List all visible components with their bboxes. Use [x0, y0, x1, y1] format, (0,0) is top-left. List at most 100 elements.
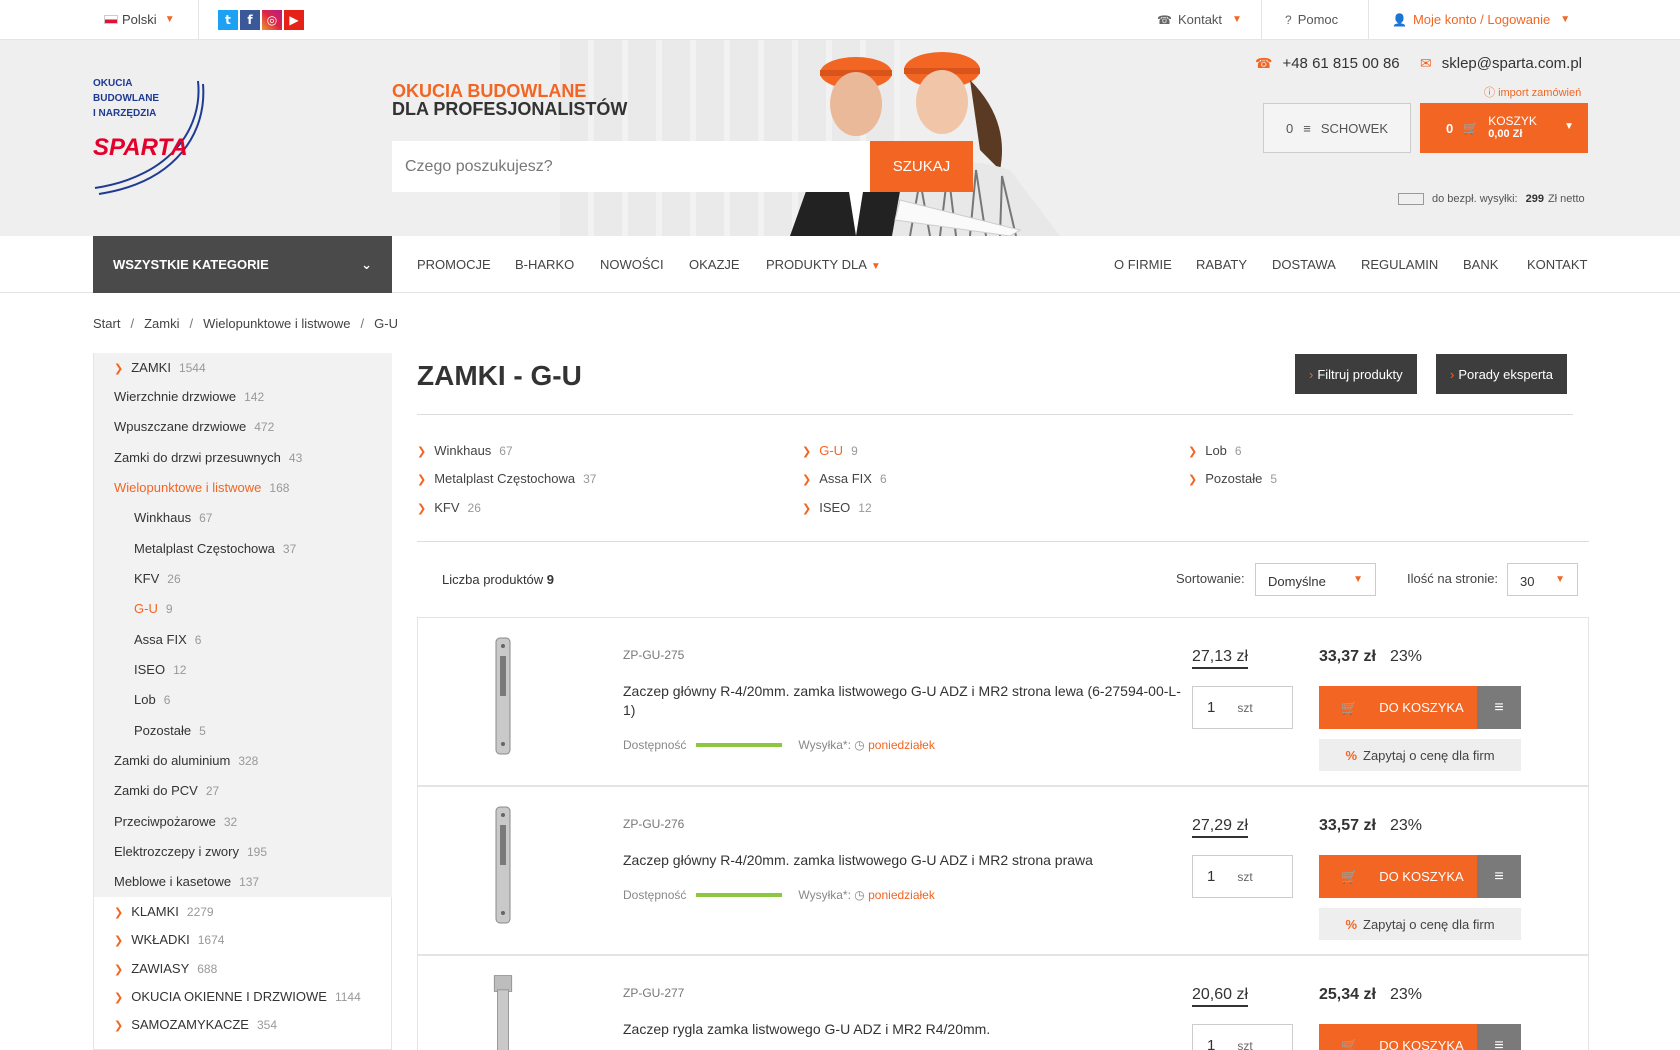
add-to-list-button[interactable]: ≡ [1477, 855, 1521, 898]
divider [198, 0, 199, 40]
subcategory-link[interactable]: ❯ Pozostałe 5 [1188, 471, 1277, 486]
account-menu[interactable]: 👤 Moje konto / Logowanie ▼ [1392, 12, 1570, 27]
quantity-input[interactable]: 1 szt [1192, 686, 1293, 729]
sidebar-item[interactable]: Wpuszczane drzwiowe 472 [114, 419, 274, 434]
wishlist-label: SCHOWEK [1320, 120, 1388, 136]
nav-b-harko[interactable]: B-HARKO [515, 257, 574, 272]
availability-row: Dostępność Wysyłka*: ◷ poniedziałek [623, 738, 935, 752]
sort-select[interactable]: Domyślne ▼ [1255, 563, 1376, 596]
sidebar-subitem[interactable]: Assa FIX 6 [134, 632, 201, 647]
subcategory-link[interactable]: ❯ Winkhaus 67 [417, 443, 513, 458]
facebook-icon[interactable]: f [240, 10, 260, 30]
top-bar: Polski ▼ t f ◎ ▶ ☎ Kontakt ▼ ? Pomoc 👤 M… [0, 0, 1680, 40]
help-label: Pomoc [1297, 12, 1339, 27]
nav-regulamin[interactable]: REGULAMIN [1361, 257, 1438, 272]
sidebar-item-okucia[interactable]: ❯ OKUCIA OKIENNE I DRZWIOWE 1144 [114, 989, 361, 1004]
sidebar-item-zamki[interactable]: ❯ ZAMKI 1544 [114, 360, 206, 375]
sidebar-item-active[interactable]: Wielopunktowe i listwowe 168 [114, 480, 289, 495]
availability-bar [696, 893, 783, 897]
nav-produkty-dla[interactable]: PRODUKTY DLA ▼ [766, 257, 881, 272]
ask-price-button[interactable]: % Zapytaj o cenę dla firm [1319, 739, 1521, 771]
instagram-icon[interactable]: ◎ [262, 10, 282, 30]
wishlist-button[interactable]: 0 ≡ SCHOWEK [1263, 103, 1411, 153]
youtube-icon[interactable]: ▶ [284, 10, 304, 30]
add-to-list-button[interactable]: ≡ [1477, 686, 1521, 729]
sidebar-subitem-active[interactable]: G-U 9 [134, 601, 173, 616]
quantity-input[interactable]: 1 szt [1192, 855, 1293, 898]
sidebar-subitem[interactable]: Metalplast Częstochowa 37 [134, 541, 296, 556]
filter-products-button[interactable]: › Filtruj produkty [1295, 354, 1417, 394]
language-selector[interactable]: Polski ▼ [104, 12, 175, 27]
search-button[interactable]: SZUKAJ [870, 141, 973, 192]
product-name[interactable]: Zaczep rygla zamka listwowego G-U ADZ i … [623, 1020, 1183, 1039]
product-name[interactable]: Zaczep główny R-4/20mm. zamka listwowego… [623, 851, 1183, 870]
clock-icon: ◷ [854, 888, 865, 902]
cart-count: 0 [1446, 120, 1454, 136]
ask-price-button[interactable]: % Zapytaj o cenę dla firm [1319, 908, 1521, 940]
sidebar-subitem[interactable]: Lob 6 [134, 692, 170, 707]
subcategory-link[interactable]: ❯ Lob 6 [1188, 443, 1242, 458]
clock-icon: ◷ [854, 738, 865, 752]
sidebar-item[interactable]: Przeciwpożarowe 32 [114, 814, 237, 829]
nav-dostawa[interactable]: DOSTAWA [1272, 257, 1336, 272]
sidebar-item[interactable]: Wierzchnie drzwiowe 142 [114, 389, 264, 404]
nav-kontakt[interactable]: KONTAKT [1527, 257, 1587, 272]
per-page-select[interactable]: 30 ▼ [1507, 563, 1578, 596]
product-image[interactable] [488, 636, 518, 756]
subcategory-link[interactable]: ❯ KFV 26 [417, 500, 481, 515]
contact-menu[interactable]: ☎ Kontakt ▼ [1157, 12, 1242, 27]
cart-label: KOSZYK [1488, 114, 1537, 128]
nav-nowosci[interactable]: NOWOŚCI [600, 257, 664, 272]
contact-phone[interactable]: ☎ +48 61 815 00 86 [1255, 55, 1400, 72]
nav-bank[interactable]: BANK [1463, 257, 1498, 272]
breadcrumb-item[interactable]: Zamki [144, 316, 179, 331]
nav-o-firmie[interactable]: O FIRMIE [1114, 257, 1172, 272]
sidebar-item[interactable]: Elektrozczepy i zwory 195 [114, 844, 267, 859]
add-to-list-button[interactable]: ≡ [1477, 1024, 1521, 1050]
product-count: Liczba produktów 9 [442, 572, 555, 587]
product-image[interactable] [488, 974, 518, 1050]
sidebar-item[interactable]: Meblowe i kasetowe 137 [114, 874, 259, 889]
help-link[interactable]: ? Pomoc [1285, 12, 1338, 27]
nav-okazje[interactable]: OKAZJE [689, 257, 740, 272]
subcategory-link[interactable]: ❯ Metalplast Częstochowa 37 [417, 471, 596, 486]
sidebar-item-klamki[interactable]: ❯ KLAMKI 2279 [114, 904, 214, 919]
subcategory-link[interactable]: ❯ Assa FIX 6 [802, 471, 887, 486]
contact-label: Kontakt [1177, 12, 1223, 27]
import-orders-link[interactable]: ⓘ import zamówień [1484, 84, 1581, 100]
nav-promocje[interactable]: PROMOCJE [417, 257, 491, 272]
breadcrumb-item[interactable]: Start [93, 316, 120, 331]
sidebar-subitem[interactable]: ISEO 12 [134, 662, 186, 677]
subcategory-link-active[interactable]: ❯ G-U 9 [802, 443, 858, 458]
add-to-cart-button[interactable]: 🛒 DO KOSZYKA [1319, 855, 1477, 898]
phone-icon: ☎ [1255, 55, 1273, 71]
header: OKUCIA BUDOWLANE I NARZĘDZIA SPARTA OKUC… [0, 40, 1680, 236]
cart-button[interactable]: 0 🛒 KOSZYK 0,00 Zł ▼ [1420, 103, 1588, 153]
sidebar-item-samozamykacze[interactable]: ❯ SAMOZAMYKACZE 354 [114, 1017, 277, 1032]
product-card: ZP-GU-277 Zaczep rygla zamka listwowego … [417, 955, 1589, 1050]
add-to-cart-button[interactable]: 🛒 DO KOSZYKA [1319, 1024, 1477, 1050]
add-to-cart-button[interactable]: 🛒 DO KOSZYKA [1319, 686, 1477, 729]
sidebar-item[interactable]: Zamki do aluminium 328 [114, 753, 258, 768]
all-categories-button[interactable]: WSZYSTKIE KATEGORIE ⌄ [93, 236, 392, 293]
nav-rabaty[interactable]: RABATY [1196, 257, 1247, 272]
sidebar-item[interactable]: Zamki do PCV 27 [114, 783, 219, 798]
subcategory-link[interactable]: ❯ ISEO 12 [802, 500, 872, 515]
product-name[interactable]: Zaczep główny R-4/20mm. zamka listwowego… [623, 682, 1183, 720]
sidebar-subitem[interactable]: KFV 26 [134, 571, 181, 586]
sidebar-subitem[interactable]: Pozostałe 5 [134, 723, 206, 738]
sidebar-item-zawiasy[interactable]: ❯ ZAWIASY 688 [114, 961, 217, 976]
expert-advice-button[interactable]: › Porady eksperta [1436, 354, 1568, 394]
search-input[interactable] [392, 141, 874, 192]
contact-email[interactable]: ✉ sklep@sparta.com.pl [1420, 55, 1582, 72]
sidebar-subitem[interactable]: Winkhaus 67 [134, 510, 212, 525]
mail-icon: ✉ [1420, 55, 1432, 71]
breadcrumb-item[interactable]: Wielopunktowe i listwowe [203, 316, 350, 331]
logo[interactable]: OKUCIA BUDOWLANE I NARZĘDZIA SPARTA [93, 76, 223, 196]
twitter-icon[interactable]: t [218, 10, 238, 30]
product-image[interactable] [488, 805, 518, 925]
quantity-input[interactable]: 1 szt [1192, 1024, 1293, 1050]
sidebar-item-wkladki[interactable]: ❯ WKŁADKI 1674 [114, 932, 224, 947]
sidebar-item[interactable]: Zamki do drzwi przesuwnych 43 [114, 450, 302, 465]
help-icon: ? [1285, 12, 1292, 27]
